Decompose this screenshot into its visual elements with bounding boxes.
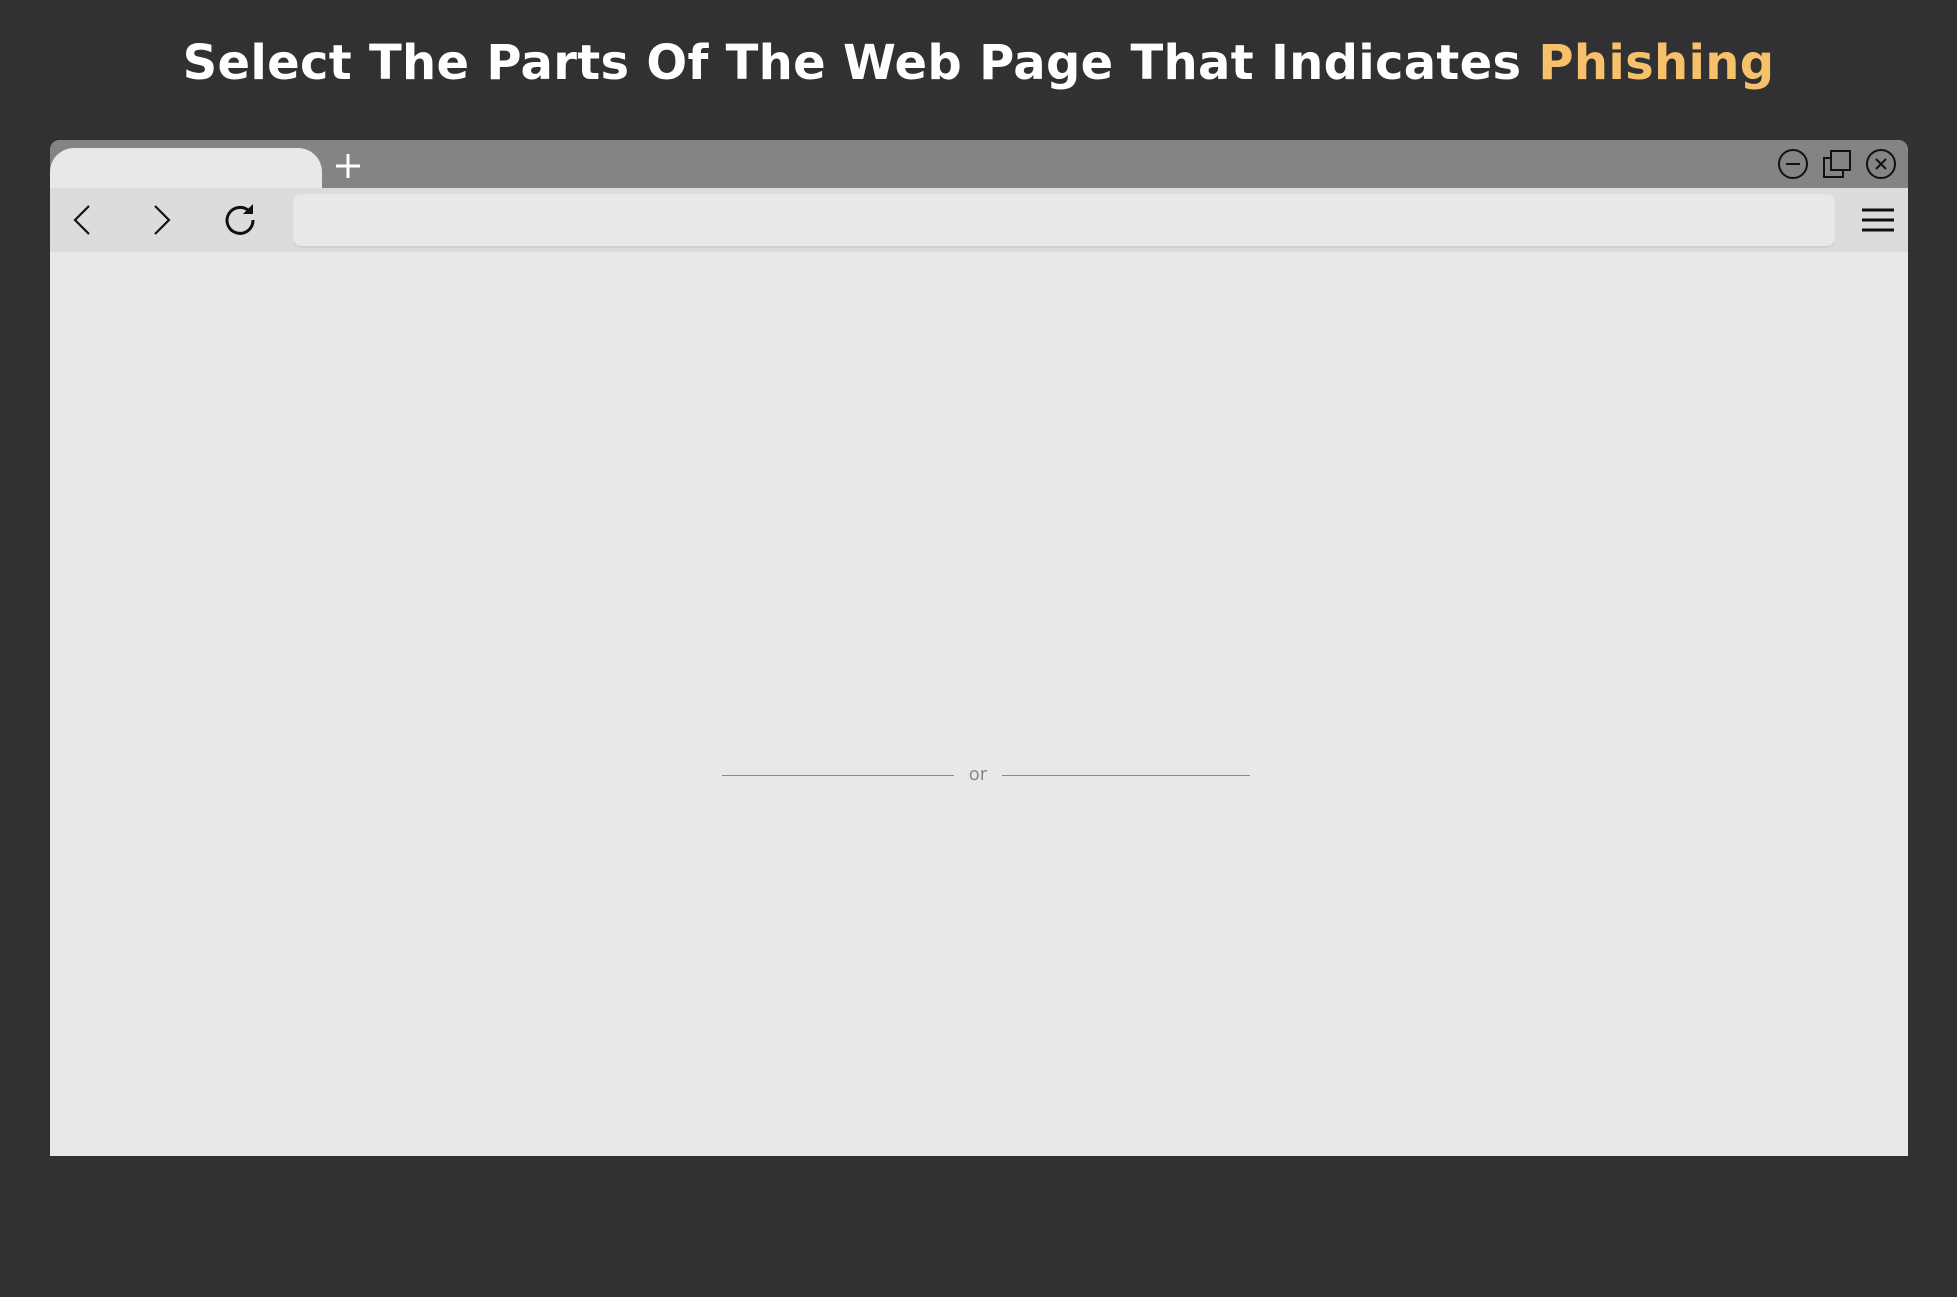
menu-button[interactable] [1858, 200, 1898, 240]
browser-window: or [50, 140, 1908, 1156]
browser-toolbar [50, 188, 1908, 252]
divider-line-right [1002, 775, 1250, 776]
divider-text: or [968, 764, 988, 785]
reload-button[interactable] [220, 200, 260, 240]
plus-icon [336, 154, 360, 178]
minimize-button[interactable] [1776, 147, 1810, 181]
window-controls [1776, 146, 1898, 182]
reload-icon [225, 204, 255, 235]
hamburger-menu-icon [1862, 208, 1894, 232]
close-icon [1866, 149, 1896, 179]
minimize-icon [1778, 149, 1808, 179]
page-title-accent: Phishing [1538, 35, 1775, 91]
divider-line-left [722, 775, 954, 776]
tab-bar [50, 140, 1908, 188]
restore-icon [1823, 150, 1851, 178]
or-divider: or [722, 762, 1250, 788]
page-title-text: Select The Parts Of The Web Page That In… [182, 35, 1522, 91]
back-button[interactable] [63, 200, 103, 240]
new-tab-button[interactable] [330, 148, 366, 184]
forward-button[interactable] [141, 200, 181, 240]
restore-button[interactable] [1820, 147, 1854, 181]
page-content: or [50, 252, 1908, 1156]
address-bar[interactable] [293, 194, 1835, 246]
chevron-right-icon [154, 205, 171, 235]
chevron-left-icon [73, 205, 90, 235]
close-button[interactable] [1864, 147, 1898, 181]
browser-tab[interactable] [50, 148, 322, 188]
page-title: Select The Parts Of The Web Page That In… [0, 32, 1957, 94]
